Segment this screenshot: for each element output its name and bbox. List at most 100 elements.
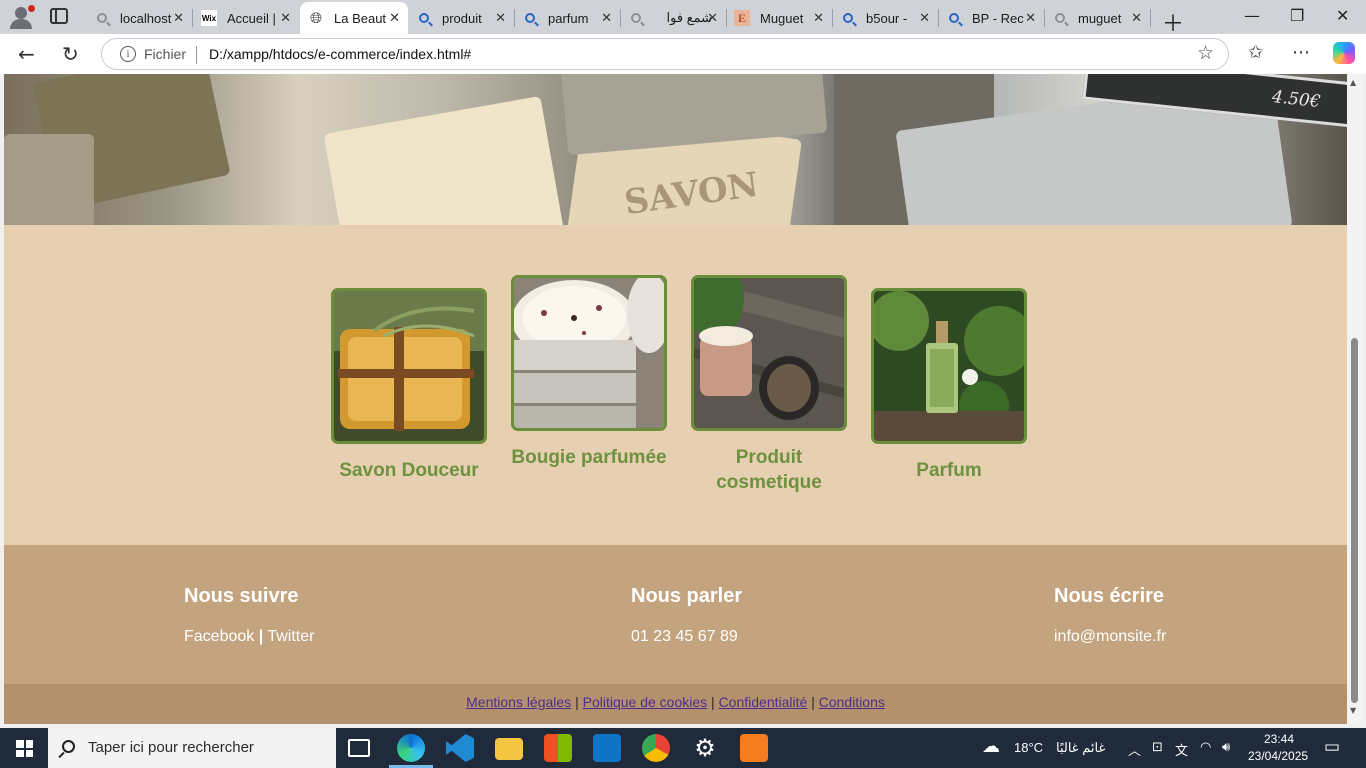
product-card-bougie[interactable]: Bougie parfumée <box>511 275 667 470</box>
tab-bp-rec[interactable]: BP - Rec ✕ <box>938 2 1044 34</box>
email-address[interactable]: info@monsite.fr <box>1054 628 1166 646</box>
close-tab-icon[interactable]: ✕ <box>1131 10 1142 26</box>
close-window-icon[interactable]: ✕ <box>1336 6 1349 25</box>
footer-heading: Nous suivre <box>184 585 299 607</box>
clock-date[interactable]: 23/04/2025 <box>1248 749 1308 763</box>
search-icon <box>94 10 110 26</box>
tab-arabic-search[interactable]: شمع فوا ✕ <box>620 2 726 34</box>
product-card-cosmetique[interactable]: Produit cosmetique <box>691 275 847 495</box>
cream-jar-photo[interactable] <box>691 275 847 431</box>
search-icon <box>522 10 538 26</box>
vscode-icon[interactable] <box>446 734 474 762</box>
search-icon <box>628 10 644 26</box>
file-explorer-icon[interactable] <box>495 738 523 760</box>
task-view-icon[interactable] <box>348 739 370 757</box>
taskbar-search[interactable]: Taper ici pour rechercher <box>48 728 336 768</box>
page-viewport: SAVON 4.50€ Savon Douceur Bougie parfumé… <box>4 74 1347 724</box>
scroll-down-icon[interactable]: ▼ <box>1350 706 1356 715</box>
product-title[interactable]: Savon Douceur <box>331 458 487 483</box>
browser-toolbar: ← ↻ i Fichier D:/xampp/htdocs/e-commerce… <box>0 34 1366 74</box>
footer-talk: Nous parler 01 23 45 67 89 <box>631 585 742 646</box>
tab-strip: localhost ✕ Wix Accueil | ✕ 🌐︎ La Beaut … <box>0 0 1366 37</box>
close-tab-icon[interactable]: ✕ <box>813 10 824 26</box>
weather-temp[interactable]: 18°C <box>1014 740 1043 755</box>
products-section: Savon Douceur Bougie parfumée Produit co… <box>4 225 1347 545</box>
wifi-icon[interactable]: ◠ <box>1200 740 1211 755</box>
product-title[interactable]: Bougie parfumée <box>511 445 667 470</box>
tab-parfum[interactable]: parfum ✕ <box>514 2 620 34</box>
hero-banner-image: SAVON 4.50€ <box>4 74 1347 225</box>
scroll-thumb[interactable] <box>1351 338 1358 703</box>
tab-muguet-etsy[interactable]: E Muguet ✕ <box>726 2 832 34</box>
search-icon <box>840 10 856 26</box>
close-tab-icon[interactable]: ✕ <box>919 10 930 26</box>
tab-b5our[interactable]: b5our - ✕ <box>832 2 938 34</box>
scroll-up-icon[interactable]: ▲ <box>1350 78 1356 87</box>
site-footer: Nous suivre Facebook | Twitter Nous parl… <box>4 545 1347 684</box>
footer-follow: Nous suivre Facebook | Twitter <box>184 585 315 645</box>
settings-gear-icon[interactable]: ⚙︎ <box>691 734 719 762</box>
info-icon[interactable]: i <box>120 46 136 62</box>
footer-heading: Nous écrire <box>1054 585 1165 607</box>
close-tab-icon[interactable]: ✕ <box>280 10 291 26</box>
chevron-up-icon[interactable]: ︿ <box>1128 740 1141 759</box>
product-card-parfum[interactable]: Parfum <box>871 288 1027 483</box>
close-tab-icon[interactable]: ✕ <box>707 10 718 26</box>
meet-now-icon[interactable]: ⊡ <box>1152 740 1163 755</box>
microsoft-store-icon[interactable] <box>544 734 572 762</box>
candle-photo[interactable] <box>511 275 667 431</box>
address-url[interactable]: D:/xampp/htdocs/e-commerce/index.html# <box>209 46 471 62</box>
favorites-icon[interactable]: ✩ <box>1248 42 1263 63</box>
back-arrow-icon[interactable]: ← <box>18 42 35 66</box>
close-tab-icon[interactable]: ✕ <box>495 10 506 26</box>
tab-accueil[interactable]: Wix Accueil | ✕ <box>193 2 299 34</box>
privacy-link[interactable]: Confidentialité <box>719 694 808 710</box>
soap-photo[interactable] <box>331 288 487 444</box>
profile-avatar-icon[interactable] <box>8 5 35 29</box>
more-menu-icon[interactable]: ⋯ <box>1292 42 1310 63</box>
tab-produit[interactable]: produit ✕ <box>408 2 514 34</box>
tab-la-beaute[interactable]: 🌐︎ La Beaut ✕ <box>300 2 408 34</box>
volume-icon[interactable]: 🔊︎ <box>1222 740 1230 755</box>
close-tab-icon[interactable]: ✕ <box>1025 10 1036 26</box>
etsy-icon: E <box>734 10 750 26</box>
minimize-icon[interactable]: — <box>1244 6 1260 25</box>
favorite-star-icon[interactable]: ☆ <box>1197 42 1214 64</box>
product-title[interactable]: Produit cosmetique <box>691 445 847 495</box>
tab-muguet[interactable]: muguet ✕ <box>1044 2 1150 34</box>
search-icon <box>1052 10 1068 26</box>
clock-time[interactable]: 23:44 <box>1264 732 1294 746</box>
restore-icon[interactable]: ❐ <box>1290 6 1304 25</box>
conditions-link[interactable]: Conditions <box>819 694 885 710</box>
twitter-link[interactable]: Twitter <box>267 628 314 645</box>
address-scheme: Fichier <box>144 46 187 62</box>
globe-icon: 🌐︎ <box>309 9 322 27</box>
legal-bar: Mentions légales | Politique de cookies … <box>4 684 1347 724</box>
cookies-policy-link[interactable]: Politique de cookies <box>583 694 708 710</box>
notifications-icon[interactable]: ▭ <box>1324 737 1340 757</box>
product-card-savon[interactable]: Savon Douceur <box>331 288 487 483</box>
close-tab-icon[interactable]: ✕ <box>601 10 612 26</box>
close-tab-icon[interactable]: ✕ <box>173 10 184 26</box>
page-scrollbar[interactable]: ▲ ▼ <box>1347 74 1362 724</box>
xampp-icon[interactable] <box>740 734 768 762</box>
product-title[interactable]: Parfum <box>871 458 1027 483</box>
search-icon <box>62 740 75 753</box>
reload-icon[interactable]: ↻ <box>62 42 79 66</box>
chrome-icon[interactable] <box>642 734 670 762</box>
copilot-icon[interactable] <box>1333 42 1355 64</box>
windows-start-icon[interactable] <box>16 740 33 757</box>
tab-localhost[interactable]: localhost ✕ <box>86 2 192 34</box>
edge-icon[interactable] <box>389 734 433 768</box>
weather-condition[interactable]: غائم غالبًا <box>1056 740 1105 756</box>
facebook-link[interactable]: Facebook <box>184 628 254 645</box>
outlook-icon[interactable] <box>593 734 621 762</box>
mentions-legales-link[interactable]: Mentions légales <box>466 694 571 710</box>
address-bar[interactable]: i Fichier D:/xampp/htdocs/e-commerce/ind… <box>101 38 1229 70</box>
language-icon[interactable]: 文 <box>1175 740 1188 759</box>
close-tab-icon[interactable]: ✕ <box>389 10 400 26</box>
perfume-bottle-photo[interactable] <box>871 288 1027 444</box>
weather-cloud-icon[interactable]: ☁︎ <box>982 736 1000 757</box>
tab-actions-icon[interactable] <box>50 8 68 24</box>
footer-heading: Nous parler <box>631 585 743 607</box>
